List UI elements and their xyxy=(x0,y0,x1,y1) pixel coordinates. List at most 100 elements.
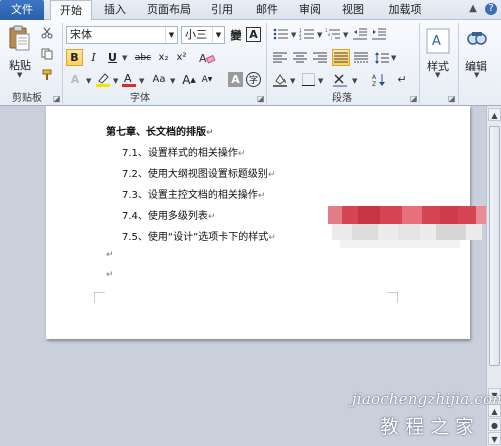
svg-text:A: A xyxy=(372,74,377,81)
paste-dropdown-icon[interactable]: ▼ xyxy=(17,71,22,79)
bullets-dropdown-icon[interactable]: ▼ xyxy=(291,31,296,39)
line-spacing-dropdown-icon[interactable]: ▼ xyxy=(391,54,396,62)
align-left-icon[interactable] xyxy=(272,49,288,66)
multilevel-list-icon[interactable]: 1ai xyxy=(324,26,342,42)
tab-page-layout[interactable]: 页面布局 xyxy=(140,0,198,20)
tab-mailings[interactable]: 邮件 xyxy=(248,0,286,20)
scroll-thumb[interactable] xyxy=(489,126,500,366)
phonetic-guide-button[interactable]: 變 xyxy=(228,26,244,44)
styles-dropdown-icon[interactable]: ▼ xyxy=(435,71,440,79)
increase-indent-icon[interactable] xyxy=(371,26,387,42)
list-item-text: 7.1、设置样式的相关操作 xyxy=(122,148,238,159)
editing-dropdown-icon[interactable]: ▼ xyxy=(474,71,479,79)
font-size-combo[interactable]: 小三 ▼ xyxy=(181,26,225,44)
underline-button[interactable]: U xyxy=(105,49,120,66)
paragraph-mark: ↵ xyxy=(207,212,216,222)
scroll-up-icon[interactable]: ▲ xyxy=(488,108,501,121)
chinese-layout-dropdown-icon[interactable]: ▼ xyxy=(352,77,357,85)
italic-button[interactable]: I xyxy=(86,49,101,66)
highlight-icon[interactable] xyxy=(95,71,111,88)
highlight-dropdown-icon[interactable]: ▼ xyxy=(113,77,118,85)
help-icon[interactable]: ? xyxy=(485,3,497,15)
underline-dropdown-icon[interactable]: ▼ xyxy=(122,54,127,62)
list-item[interactable]: 7.3、设置主控文档的相关操作↵ xyxy=(122,186,265,201)
watermark-text: 教程之家 xyxy=(380,416,481,438)
browse-object-icon[interactable]: ● xyxy=(488,418,501,431)
tab-file[interactable]: 文件 xyxy=(0,0,44,20)
list-item-text: 7.5、使用“设计”选项卡下的样式 xyxy=(122,232,269,243)
font-size-value: 小三 xyxy=(185,28,207,41)
font-color-icon[interactable]: A xyxy=(121,71,137,88)
decrease-indent-icon[interactable] xyxy=(352,26,368,42)
clipboard-launcher-icon[interactable]: ◪ xyxy=(53,94,62,103)
list-item[interactable]: 7.1、设置样式的相关操作↵ xyxy=(122,144,245,159)
multilevel-list-dropdown-icon[interactable]: ▼ xyxy=(343,31,348,39)
paragraph-mark: ↵ xyxy=(237,149,246,159)
sort-icon[interactable]: AZ xyxy=(371,71,387,88)
character-shading-button[interactable]: A xyxy=(228,72,243,87)
distributed-icon[interactable] xyxy=(353,49,369,66)
list-item[interactable]: 7.5、使用“设计”选项卡下的样式↵ xyxy=(122,228,276,243)
paragraph-mark: ↵ xyxy=(257,191,266,201)
paragraph-launcher-icon[interactable]: ◪ xyxy=(410,94,419,103)
numbering-dropdown-icon[interactable]: ▼ xyxy=(317,31,322,39)
font-launcher-icon[interactable]: ◪ xyxy=(257,94,266,103)
group-divider xyxy=(458,23,459,103)
clear-format-button[interactable]: A xyxy=(246,27,261,42)
next-page-icon[interactable]: ▼ xyxy=(488,432,501,445)
align-center-icon[interactable] xyxy=(292,49,308,66)
format-painter-icon[interactable] xyxy=(40,68,54,82)
shading-dropdown-icon[interactable]: ▼ xyxy=(290,77,295,85)
chevron-down-icon[interactable]: ▼ xyxy=(212,27,224,43)
clear-formatting-icon[interactable]: A xyxy=(196,49,218,66)
borders-icon[interactable] xyxy=(300,71,316,88)
empty-paragraph[interactable]: ↵ xyxy=(106,269,114,280)
svg-text:A: A xyxy=(124,72,132,85)
strikethrough-button[interactable]: abc xyxy=(133,49,153,66)
paste-icon[interactable] xyxy=(8,24,30,52)
minimize-ribbon-icon[interactable]: ▲ xyxy=(467,3,479,15)
chapter-title[interactable]: 第七章、长文档的排版↵ xyxy=(106,123,214,138)
numbering-icon[interactable]: 123 xyxy=(298,26,316,42)
styles-launcher-icon[interactable]: ◪ xyxy=(448,94,457,103)
change-case-button[interactable]: Aa xyxy=(149,71,169,88)
justify-icon[interactable] xyxy=(332,49,350,66)
enclose-characters-button[interactable]: 字 xyxy=(246,72,261,87)
tab-addins[interactable]: 加载项 xyxy=(380,0,430,20)
shading-icon[interactable] xyxy=(272,71,288,88)
borders-dropdown-icon[interactable]: ▼ xyxy=(318,77,323,85)
styles-icon[interactable]: A xyxy=(424,26,452,56)
empty-paragraph[interactable]: ↵ xyxy=(106,249,114,260)
editing-icon[interactable] xyxy=(462,26,490,56)
tab-home[interactable]: 开始 xyxy=(50,0,92,21)
show-marks-icon[interactable]: ↵ xyxy=(395,71,409,88)
svg-text:Z: Z xyxy=(372,81,376,87)
font-color-dropdown-icon[interactable]: ▼ xyxy=(139,77,144,85)
font-name-combo[interactable]: 宋体 ▼ xyxy=(66,26,178,44)
list-item[interactable]: 7.2、使用大纲视图设置标题级别↵ xyxy=(122,165,275,180)
bullets-icon[interactable] xyxy=(272,26,290,42)
tab-review[interactable]: 审阅 xyxy=(291,0,329,20)
text-effects-button[interactable]: A xyxy=(66,71,84,88)
list-item[interactable]: 7.4、使用多级列表↵ xyxy=(122,207,215,222)
chevron-down-icon[interactable]: ▼ xyxy=(165,27,177,43)
text-effects-dropdown-icon[interactable]: ▼ xyxy=(86,77,91,85)
font-name-value: 宋体 xyxy=(70,28,92,41)
cut-icon[interactable] xyxy=(40,26,54,40)
list-item-text: 7.3、设置主控文档的相关操作 xyxy=(122,190,258,201)
change-case-dropdown-icon[interactable]: ▼ xyxy=(170,77,175,85)
line-spacing-icon[interactable] xyxy=(374,49,390,66)
chinese-layout-icon[interactable] xyxy=(332,71,350,88)
group-divider xyxy=(266,23,267,103)
shrink-font-icon[interactable]: A ▼ xyxy=(200,71,214,88)
subscript-button[interactable]: x₂ xyxy=(156,49,171,66)
grow-font-icon[interactable]: A ▲ xyxy=(181,71,197,88)
superscript-button[interactable]: x² xyxy=(174,49,189,66)
copy-icon[interactable] xyxy=(40,47,54,61)
tab-references[interactable]: 引用 xyxy=(203,0,241,20)
bold-button[interactable]: B xyxy=(66,49,83,66)
align-right-icon[interactable] xyxy=(312,49,328,66)
tab-insert[interactable]: 插入 xyxy=(96,0,134,20)
list-item-text: 7.2、使用大纲视图设置标题级别 xyxy=(122,169,268,180)
tab-view[interactable]: 视图 xyxy=(334,0,372,20)
